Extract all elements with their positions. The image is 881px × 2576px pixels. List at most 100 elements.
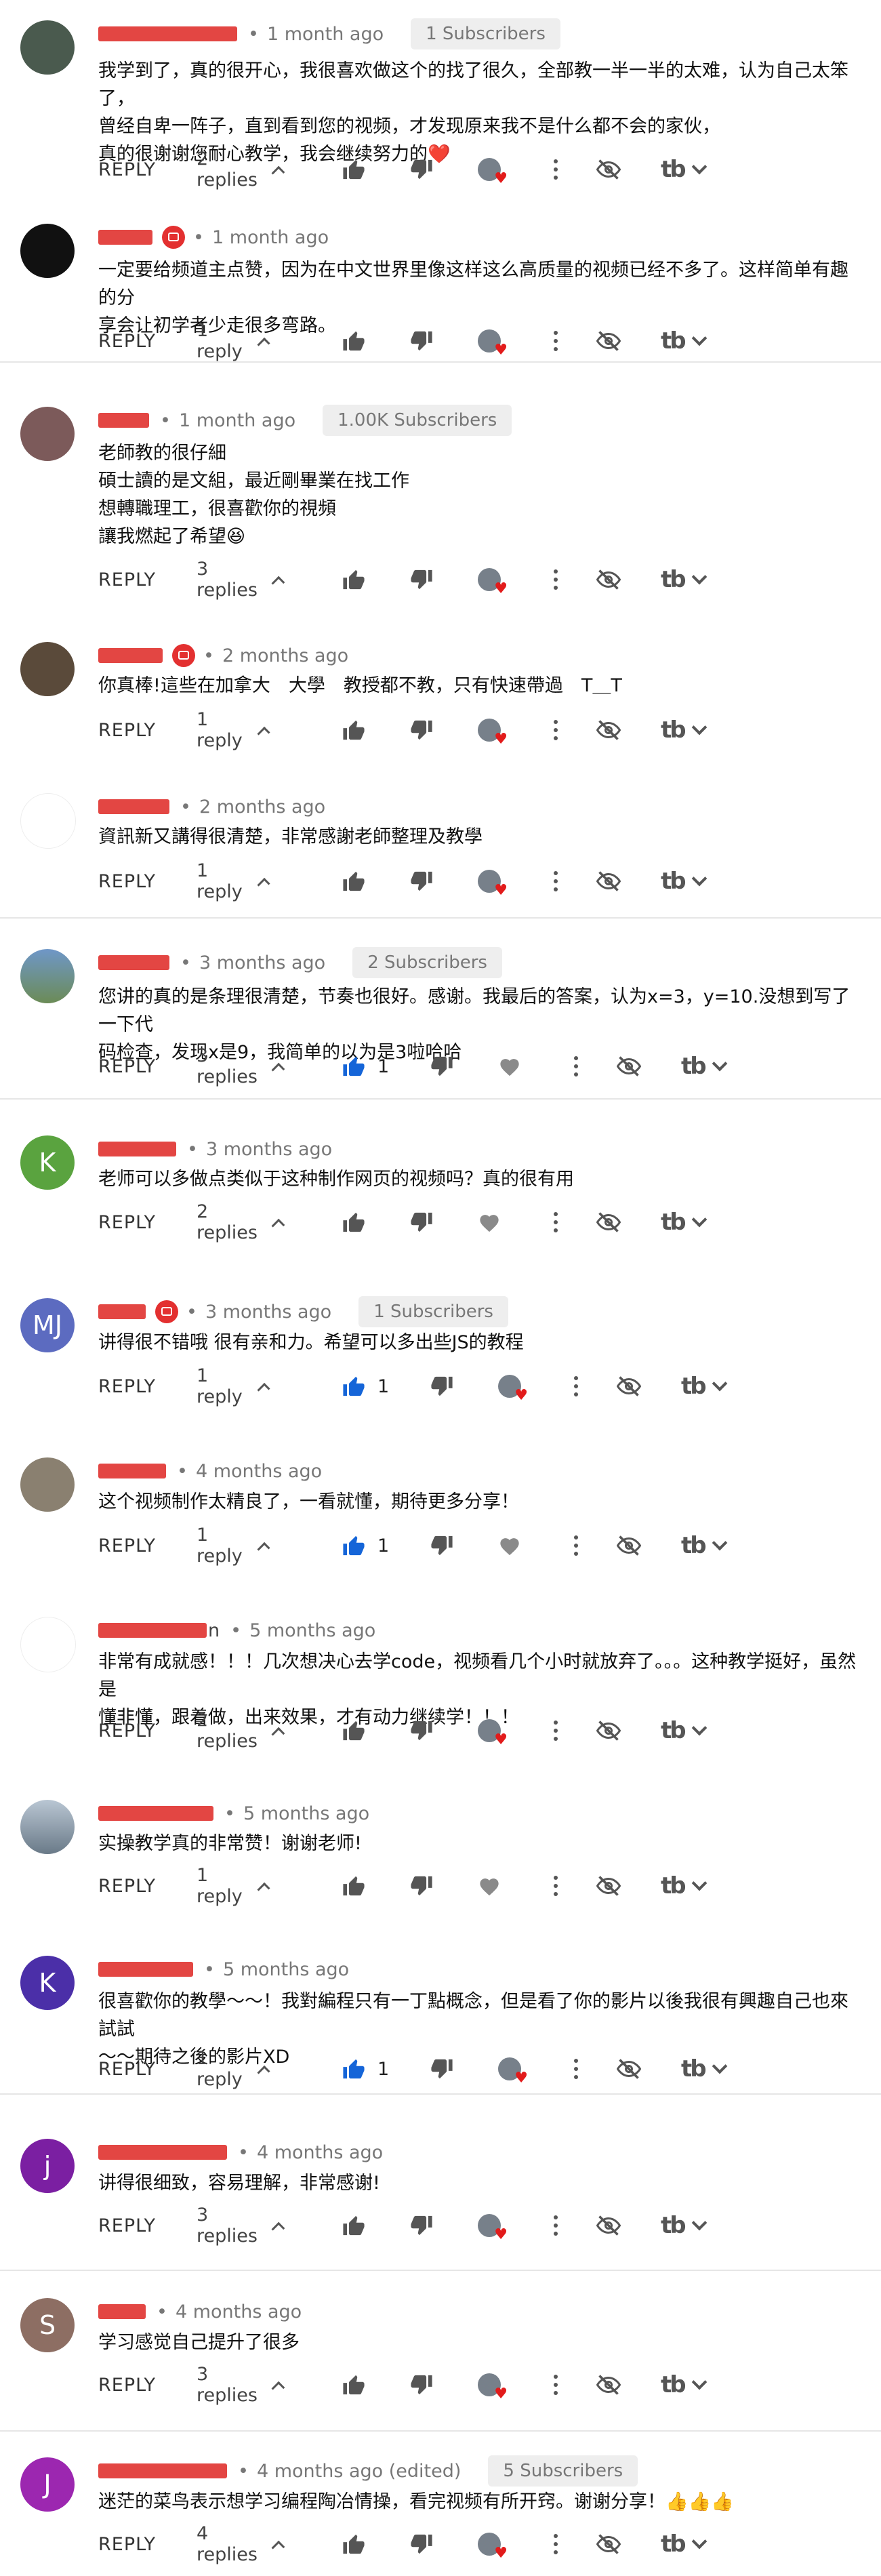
view-replies-toggle[interactable]: 3 replies: [197, 2364, 285, 2406]
redacted-author[interactable]: [98, 1142, 176, 1156]
like-button[interactable]: 1: [342, 2052, 389, 2086]
avatar[interactable]: [20, 407, 75, 461]
like-button[interactable]: [342, 2368, 365, 2402]
hide-user-button[interactable]: [596, 324, 621, 358]
comment-time[interactable]: 5 months ago: [249, 1620, 375, 1641]
redacted-author[interactable]: [98, 648, 163, 663]
creator-heart-button[interactable]: [478, 1714, 508, 1748]
more-actions-button[interactable]: [549, 324, 562, 358]
view-replies-toggle[interactable]: 3 replies: [197, 559, 285, 601]
like-button[interactable]: [342, 1714, 365, 1748]
tube-buddy-menu[interactable]: tb: [681, 2052, 727, 2086]
avatar[interactable]: j: [20, 2139, 75, 2193]
redacted-author[interactable]: [98, 2463, 227, 2478]
dislike-button[interactable]: [410, 1714, 433, 1748]
reply-button[interactable]: REPLY: [98, 864, 156, 898]
heart-button[interactable]: [478, 1205, 501, 1239]
creator-heart-button[interactable]: [478, 2368, 508, 2402]
redacted-author[interactable]: [98, 1806, 213, 1821]
comment-time[interactable]: 2 months ago: [222, 645, 348, 666]
tube-buddy-menu[interactable]: tb: [661, 864, 707, 898]
avatar[interactable]: S: [20, 2298, 75, 2352]
view-replies-toggle[interactable]: 1 reply: [197, 320, 270, 362]
reply-button[interactable]: REPLY: [98, 1529, 156, 1563]
dislike-button[interactable]: [410, 713, 433, 747]
hide-user-button[interactable]: [617, 1369, 641, 1403]
creator-heart-button[interactable]: [478, 2209, 508, 2242]
tube-buddy-menu[interactable]: tb: [681, 1369, 727, 1403]
tube-buddy-menu[interactable]: tb: [681, 1529, 727, 1563]
tube-buddy-menu[interactable]: tb: [661, 713, 707, 747]
creator-heart-button[interactable]: [498, 1369, 528, 1403]
reply-button[interactable]: REPLY: [98, 2368, 156, 2402]
hide-user-button[interactable]: [596, 2527, 621, 2561]
heart-button[interactable]: [478, 1869, 501, 1903]
like-button[interactable]: [342, 864, 365, 898]
comment-time[interactable]: 5 months ago: [243, 1803, 369, 1824]
comment-time[interactable]: 5 months ago: [223, 1959, 349, 1980]
more-actions-button[interactable]: [549, 2209, 562, 2242]
comment-time[interactable]: 2 months ago: [199, 797, 325, 818]
creator-heart-button[interactable]: [478, 324, 508, 358]
dislike-button[interactable]: [410, 2527, 433, 2561]
view-replies-toggle[interactable]: 2 replies: [197, 148, 285, 190]
redacted-author[interactable]: [98, 413, 149, 428]
dislike-button[interactable]: [410, 324, 433, 358]
more-actions-button[interactable]: [569, 1049, 583, 1083]
avatar[interactable]: MJ: [20, 1298, 75, 1352]
reply-button[interactable]: REPLY: [98, 1869, 156, 1903]
hide-user-button[interactable]: [596, 1869, 621, 1903]
reply-button[interactable]: REPLY: [98, 153, 156, 186]
tube-buddy-menu[interactable]: tb: [661, 1869, 707, 1903]
redacted-author[interactable]: [98, 799, 169, 814]
redacted-author[interactable]: [98, 2304, 146, 2319]
more-actions-button[interactable]: [549, 1714, 562, 1748]
tube-buddy-menu[interactable]: tb: [661, 153, 707, 186]
reply-button[interactable]: REPLY: [98, 713, 156, 747]
tube-buddy-menu[interactable]: tb: [661, 324, 707, 358]
redacted-author[interactable]: [98, 1304, 146, 1319]
creator-heart-button[interactable]: [478, 563, 508, 597]
reply-button[interactable]: REPLY: [98, 1049, 156, 1083]
more-actions-button[interactable]: [569, 1529, 583, 1563]
more-actions-button[interactable]: [549, 1869, 562, 1903]
heart-button[interactable]: [498, 1529, 521, 1563]
like-button[interactable]: [342, 1869, 365, 1903]
avatar[interactable]: [20, 1617, 76, 1672]
hide-user-button[interactable]: [617, 2052, 641, 2086]
redacted-author[interactable]: [98, 230, 152, 245]
reply-button[interactable]: REPLY: [98, 1369, 156, 1403]
dislike-button[interactable]: [410, 2209, 433, 2242]
more-actions-button[interactable]: [549, 864, 562, 898]
hide-user-button[interactable]: [596, 153, 621, 186]
avatar[interactable]: K: [20, 1956, 75, 2010]
creator-heart-button[interactable]: [498, 2052, 528, 2086]
like-button[interactable]: [342, 2527, 365, 2561]
view-replies-toggle[interactable]: 1 reply: [197, 1525, 270, 1567]
view-replies-toggle[interactable]: 1 reply: [197, 860, 270, 902]
like-button[interactable]: [342, 153, 365, 186]
redacted-author[interactable]: [98, 26, 237, 41]
comment-time[interactable]: 3 months ago: [206, 1139, 332, 1160]
hide-user-button[interactable]: [596, 563, 621, 597]
like-button[interactable]: [342, 324, 365, 358]
author-name-suffix[interactable]: n: [208, 1620, 220, 1641]
view-replies-toggle[interactable]: 1 reply: [197, 709, 270, 751]
reply-button[interactable]: REPLY: [98, 563, 156, 597]
redacted-author[interactable]: [98, 1464, 166, 1478]
view-replies-toggle[interactable]: 3 replies: [197, 2205, 285, 2247]
avatar[interactable]: J: [20, 2457, 75, 2512]
creator-heart-button[interactable]: [478, 713, 508, 747]
dislike-button[interactable]: [410, 563, 433, 597]
tube-buddy-menu[interactable]: tb: [661, 2527, 707, 2561]
reply-button[interactable]: REPLY: [98, 2209, 156, 2242]
like-button[interactable]: 1: [342, 1369, 389, 1403]
redacted-author[interactable]: [98, 1962, 193, 1977]
dislike-button[interactable]: [410, 1869, 433, 1903]
dislike-button[interactable]: [410, 864, 433, 898]
reply-button[interactable]: REPLY: [98, 1714, 156, 1748]
like-button[interactable]: [342, 563, 365, 597]
more-actions-button[interactable]: [569, 2052, 583, 2086]
view-replies-toggle[interactable]: 1 reply: [197, 1365, 270, 1407]
dislike-button[interactable]: [410, 153, 433, 186]
